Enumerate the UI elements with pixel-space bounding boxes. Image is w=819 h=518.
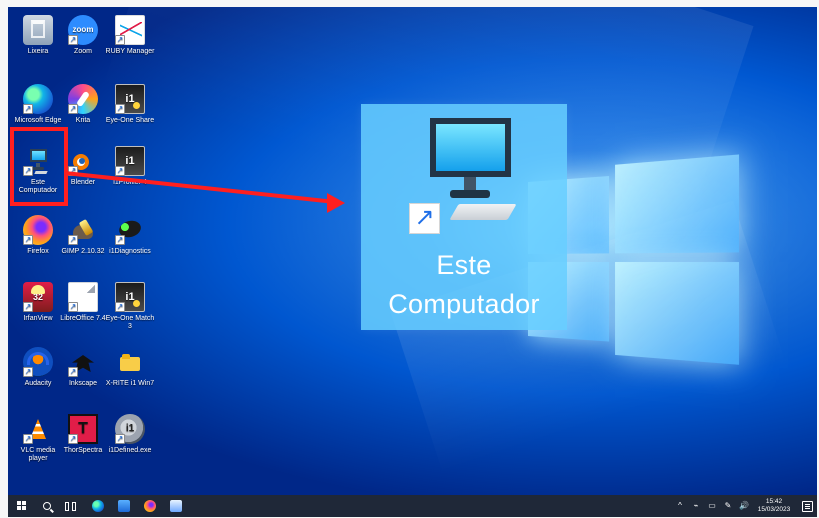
zoomed-icon-label: Este Computador [388, 250, 540, 319]
desktop-icon-label: Krita [75, 117, 91, 124]
search-button[interactable] [36, 495, 58, 517]
taskbar-edge-button[interactable] [86, 495, 110, 517]
notification-center-button[interactable] [802, 500, 813, 512]
audacity-icon: ↗ [23, 347, 53, 377]
folder-icon [115, 347, 145, 377]
screen: Lixeira ↗ Microsoft Edge ↗ Este Computad… [8, 7, 817, 517]
desktop-icon-label: ThorSpectra [63, 447, 103, 454]
desktop-icon-gimp[interactable]: ↗ GIMP 2.10.32 [57, 215, 109, 281]
shortcut-arrow-icon: ↗ [68, 235, 78, 245]
task-view-button[interactable] [58, 495, 82, 517]
shortcut-arrow-icon: ↗ [115, 302, 125, 312]
taskbar-firefox-button[interactable] [138, 495, 162, 517]
clock-time: 15:42 [765, 498, 783, 505]
shortcut-arrow-icon: ↗ [115, 235, 125, 245]
shortcut-arrow-icon: ↗ [115, 35, 125, 45]
shortcut-arrow-icon: ↗ [68, 434, 78, 444]
desktop-icon-label: Eye-One Share [105, 117, 155, 124]
document-icon [170, 500, 182, 512]
firefox-icon [144, 500, 156, 512]
microsoft-edge-icon: ↗ [23, 84, 53, 114]
krita-icon: ↗ [68, 84, 98, 114]
taskbar-document-button[interactable] [164, 495, 188, 517]
shortcut-arrow-icon: ↗ [68, 35, 78, 45]
selection-highlight-box [10, 127, 68, 206]
callout-arrow [64, 171, 345, 213]
microsoft-edge-icon [92, 500, 104, 512]
wallpaper-pane [615, 262, 740, 365]
desktop-icon-label: Inkscape [68, 380, 98, 387]
desktop-icon-label: RUBY Manager [105, 48, 155, 55]
recycle-bin-icon [23, 15, 53, 45]
taskbar-store-button[interactable] [112, 495, 136, 517]
shortcut-arrow-icon: ↗ [23, 302, 33, 312]
desktop-icon-inkscape[interactable]: ↗ Inkscape [57, 347, 109, 413]
firefox-icon: ↗ [23, 215, 53, 245]
clock-date: 15/03/2023 [757, 506, 791, 513]
chart-app-icon: ↗ [115, 15, 145, 45]
computer-monitor [430, 118, 511, 177]
gimp-icon: ↗ [68, 215, 98, 245]
irfanview-icon: 32 ↗ [23, 282, 53, 312]
desktop-icon-label: Eye-One Match 3 [105, 315, 155, 330]
i1defined-icon: i1 ↗ [115, 414, 145, 444]
desktop-background: Lixeira ↗ Microsoft Edge ↗ Este Computad… [8, 7, 817, 495]
volume-icon[interactable]: 🔊 [739, 502, 749, 510]
shortcut-arrow-icon: ↗ [23, 235, 33, 245]
store-icon [118, 500, 130, 512]
shortcut-arrow-icon: ↗ [409, 203, 440, 234]
desktop-icon-label: GIMP 2.10.32 [61, 248, 105, 255]
taskbar: ^ ⌁ ▭ ✎ 🔊 15:42 15/03/2023 [8, 495, 817, 517]
computer-keyboard [449, 204, 517, 220]
computer-icon: ↗ [409, 114, 531, 242]
zoomed-icon-callout: ↗ Este Computador [361, 104, 567, 330]
desktop-icon-libreoffice[interactable]: ↗ LibreOffice 7.4 [57, 282, 109, 348]
pen-icon[interactable]: ✎ [723, 502, 733, 510]
shortcut-arrow-icon: ↗ [23, 434, 33, 444]
show-hidden-icons-button[interactable]: ^ [675, 502, 685, 510]
desktop-icon-label: i1Diagnostics [109, 248, 151, 255]
desktop-icon-label: Zoom [74, 48, 92, 55]
system-tray: ^ ⌁ ▭ ✎ 🔊 15:42 15/03/2023 [675, 495, 817, 517]
recycle-bin-graphic [23, 15, 53, 45]
search-icon [43, 502, 51, 510]
wallpaper-pane [615, 154, 740, 254]
desktop-icon-thorspectra[interactable]: T ↗ ThorSpectra [57, 414, 109, 480]
vlc-icon: ↗ [23, 414, 53, 444]
computer-base [450, 190, 490, 198]
taskbar-clock[interactable]: 15:42 15/03/2023 [755, 498, 793, 514]
eye-one-match-icon: i1 ↗ [115, 282, 145, 312]
desktop-icon-ruby-manager[interactable]: ↗ RUBY Manager [104, 15, 156, 81]
callout-arrow-head [327, 193, 345, 213]
desktop-icon-x-rite-i1-win7[interactable]: X-RITE i1 Win7 [104, 347, 156, 413]
start-button[interactable] [8, 495, 36, 517]
task-view-icon [64, 501, 76, 511]
desktop-icon-label: i1Defined.exe [108, 447, 152, 454]
desktop-icon-eye-one-share[interactable]: i1 ↗ Eye-One Share [104, 84, 156, 150]
diagnostics-icon: ↗ [115, 215, 145, 245]
shortcut-arrow-icon: ↗ [23, 367, 33, 377]
desktop-icon-label: X-RITE i1 Win7 [105, 380, 155, 387]
desktop-icon-i1defined[interactable]: i1 ↗ i1Defined.exe [104, 414, 156, 480]
shortcut-arrow-icon: ↗ [68, 302, 78, 312]
folder-graphic [115, 347, 145, 377]
callout-arrow-line [64, 171, 336, 204]
shortcut-arrow-icon: ↗ [115, 434, 125, 444]
speaker-icon[interactable]: ⌁ [691, 502, 701, 510]
desktop-icon-zoom[interactable]: zoom ↗ Zoom [57, 15, 109, 81]
zoom-icon: zoom ↗ [68, 15, 98, 45]
desktop-icon-eye-one-match[interactable]: i1 ↗ Eye-One Match 3 [104, 282, 156, 348]
desktop-icon-i1diagnostics[interactable]: ↗ i1Diagnostics [104, 215, 156, 281]
shortcut-arrow-icon: ↗ [23, 104, 33, 114]
shortcut-arrow-icon: ↗ [68, 367, 78, 377]
network-icon[interactable]: ▭ [707, 502, 717, 510]
desktop-icon-label: LibreOffice 7.4 [60, 315, 106, 322]
eye-one-share-icon: i1 ↗ [115, 84, 145, 114]
shortcut-arrow-icon: ↗ [68, 104, 78, 114]
windows-logo-icon [17, 501, 27, 511]
document-icon: ↗ [68, 282, 98, 312]
inkscape-icon: ↗ [68, 347, 98, 377]
thorspectra-icon: T ↗ [68, 414, 98, 444]
shortcut-arrow-icon: ↗ [115, 104, 125, 114]
